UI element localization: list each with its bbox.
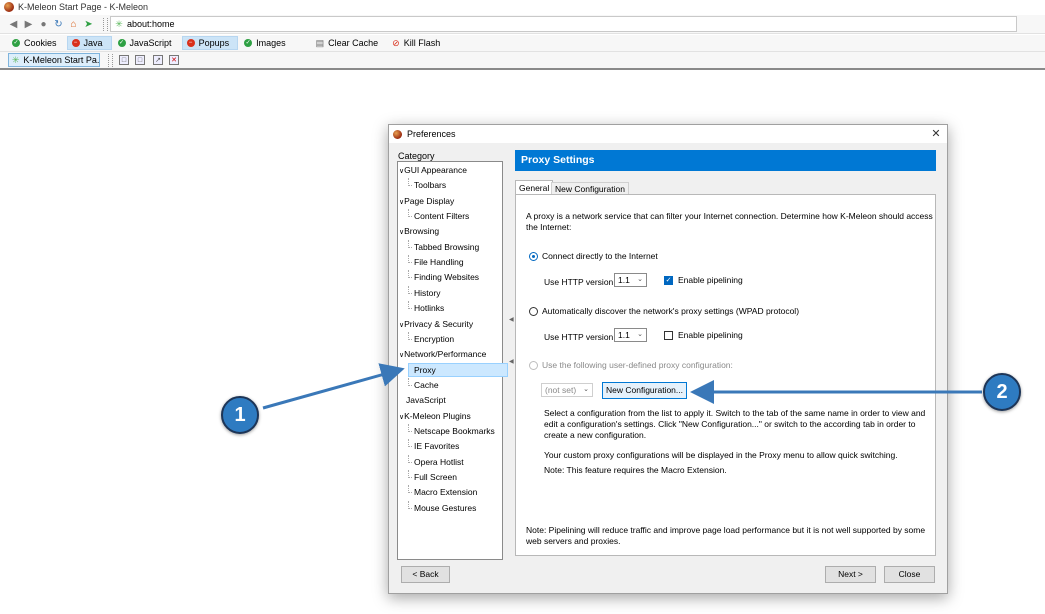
callout-badge-1: 1 [221,396,259,434]
callout-badge-2: 2 [983,373,1021,411]
annotation-arrows [262,363,982,410]
annotation-arrow-1 [262,363,405,410]
